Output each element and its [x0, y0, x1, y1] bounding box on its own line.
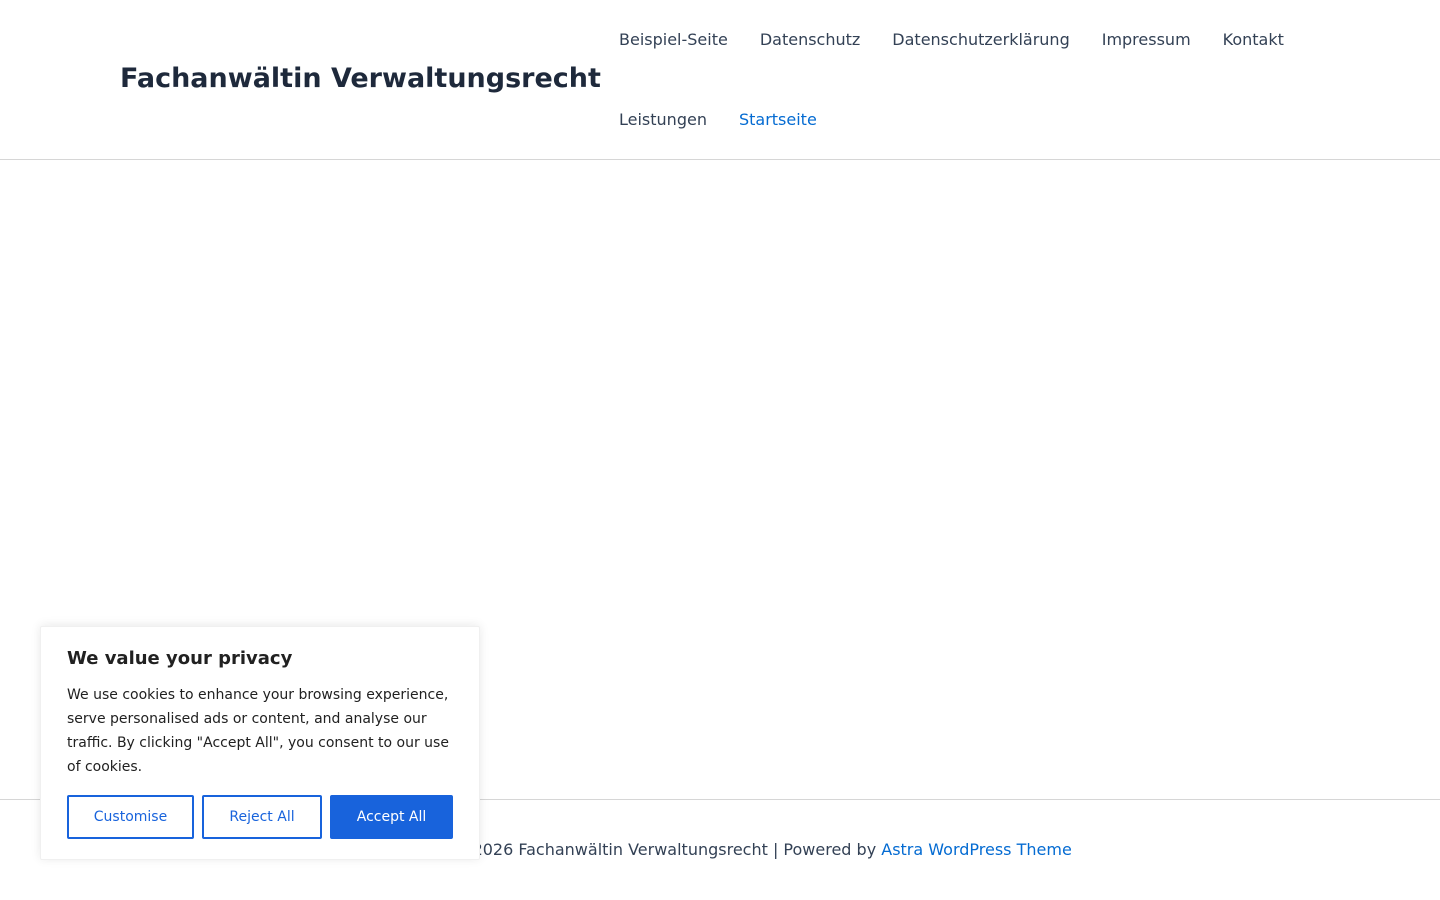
main-navigation: Beispiel-Seite Datenschutz Datenschutzer… — [603, 0, 1323, 160]
nav-item-datenschutz[interactable]: Datenschutz — [744, 0, 876, 80]
cookie-buttons: Customise Reject All Accept All — [67, 795, 453, 839]
site-title[interactable]: Fachanwältin Verwaltungsrecht — [120, 62, 601, 96]
nav-item-beispiel-seite[interactable]: Beispiel-Seite — [603, 0, 744, 80]
customise-button[interactable]: Customise — [67, 795, 194, 839]
nav-item-leistungen[interactable]: Leistungen — [603, 80, 723, 160]
cookie-consent-banner: We value your privacy We use cookies to … — [40, 626, 480, 860]
nav-item-kontakt[interactable]: Kontakt — [1207, 0, 1300, 80]
cookie-description: We use cookies to enhance your browsing … — [67, 687, 449, 775]
reject-all-button[interactable]: Reject All — [202, 795, 322, 839]
astra-theme-link[interactable]: Astra WordPress Theme — [881, 840, 1072, 859]
page: Fachanwältin Verwaltungsrecht Beispiel-S… — [0, 0, 1440, 900]
cookie-title: We value your privacy — [67, 648, 293, 669]
nav-item-datenschutzerklaerung[interactable]: Datenschutzerklärung — [876, 0, 1085, 80]
site-header: Fachanwältin Verwaltungsrecht Beispiel-S… — [0, 0, 1440, 160]
nav-item-startseite[interactable]: Startseite — [723, 80, 833, 160]
accept-all-button[interactable]: Accept All — [330, 795, 453, 839]
nav-item-impressum[interactable]: Impressum — [1086, 0, 1207, 80]
